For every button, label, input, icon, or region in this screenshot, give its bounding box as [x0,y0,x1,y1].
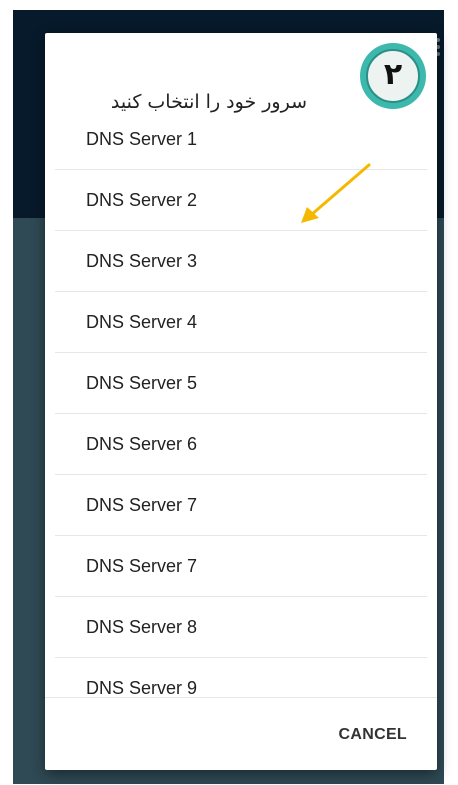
server-item-1[interactable]: DNS Server 1 [55,109,427,170]
server-item-4[interactable]: DNS Server 4 [55,292,427,353]
step-number: ٢ [366,49,420,103]
arrow-annotation-icon [301,163,371,223]
step-badge: ٢ [360,43,426,109]
server-item-10[interactable]: DNS Server 9 [55,658,427,699]
dialog-footer: CANCEL [45,697,437,770]
cancel-button[interactable]: CANCEL [339,726,407,744]
server-item-5[interactable]: DNS Server 5 [55,353,427,414]
server-select-dialog: سرور خود را انتخاب کنید ٢ DNS Server 1 D… [45,33,437,770]
server-item-6[interactable]: DNS Server 6 [55,414,427,475]
server-item-9[interactable]: DNS Server 8 [55,597,427,658]
server-item-8[interactable]: DNS Server 7 [55,536,427,597]
server-item-3[interactable]: DNS Server 3 [55,231,427,292]
server-item-7[interactable]: DNS Server 7 [55,475,427,536]
